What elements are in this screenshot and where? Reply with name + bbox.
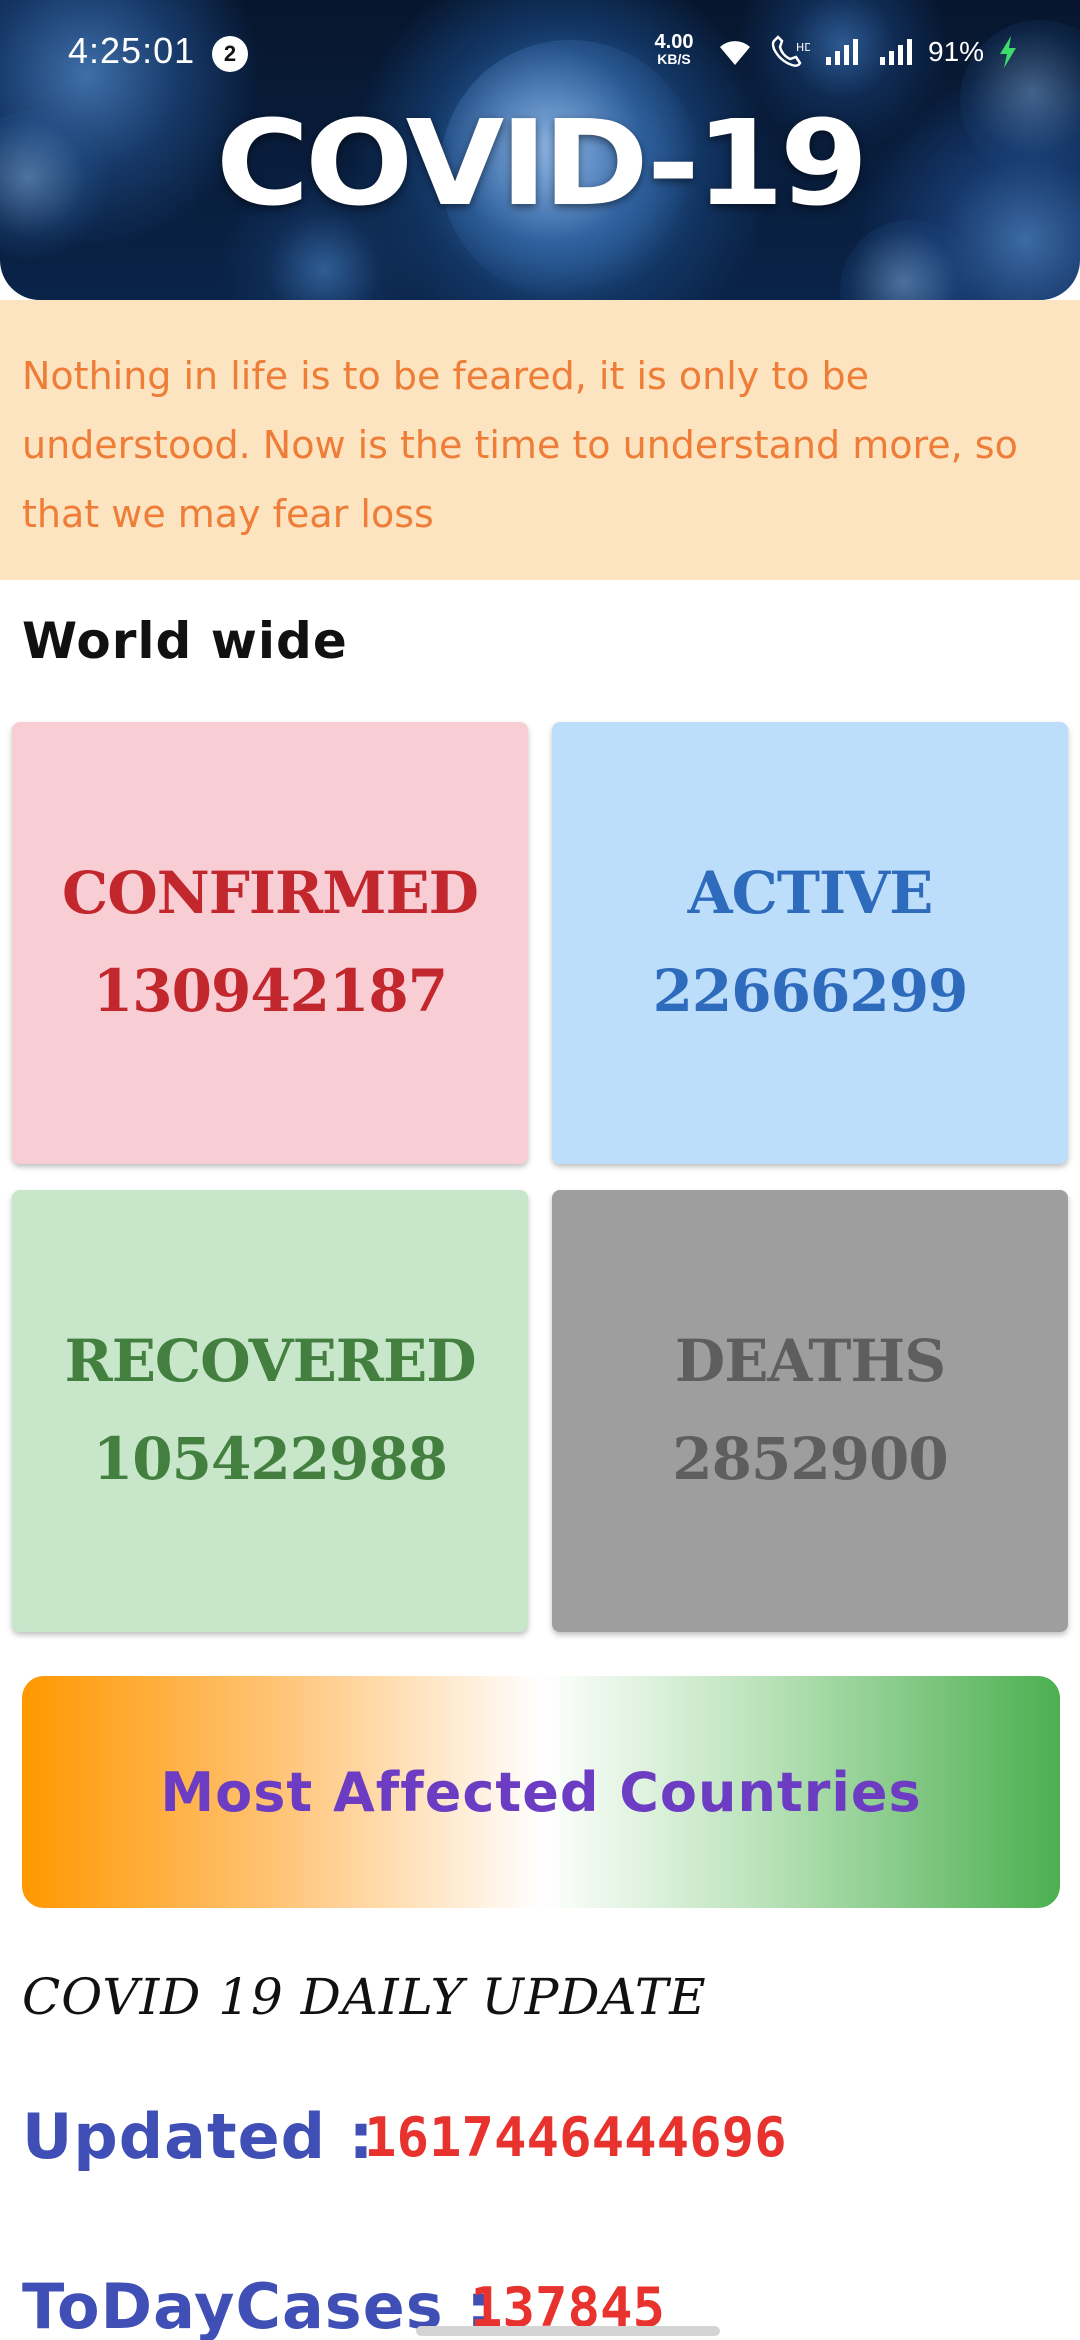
virus-image: [840, 220, 980, 300]
charging-bolt-icon: [998, 35, 1018, 69]
deaths-value: 2852900: [672, 1425, 948, 1493]
svg-text:HD: HD: [796, 41, 810, 54]
status-time: 4:25:01: [68, 30, 196, 71]
status-bar: 4:25:01 2 4.00 KB/S HD 91%: [0, 0, 1080, 84]
status-icons: HD 91%: [716, 30, 1018, 74]
network-speed-value: 4.00: [654, 31, 694, 53]
active-value: 22666299: [652, 957, 969, 1025]
deaths-label: DEATHS: [674, 1327, 946, 1395]
deaths-card[interactable]: DEATHS 2852900: [552, 1190, 1068, 1632]
battery-percent: 91%: [928, 36, 985, 67]
signal-sim2-icon: [878, 37, 918, 67]
recovered-value: 105422988: [92, 1425, 448, 1493]
active-label: ACTIVE: [687, 859, 934, 927]
most-affected-countries-label: Most Affected Countries: [160, 1760, 922, 1824]
active-card[interactable]: ACTIVE 22666299: [552, 722, 1068, 1164]
signal-sim1-icon: [824, 37, 864, 67]
gesture-nav-bar[interactable]: [416, 2326, 720, 2336]
network-speed: 4.00 KB/S: [648, 32, 700, 66]
header-banner: 4:25:01 2 4.00 KB/S HD 91% COVID-19: [0, 0, 1080, 300]
worldwide-title: World wide: [22, 612, 348, 670]
network-speed-unit: KB/S: [657, 51, 691, 67]
app-title: COVID-19: [215, 94, 869, 232]
volte-call-icon: HD: [768, 35, 810, 69]
confirmed-value: 130942187: [92, 957, 448, 1025]
confirmed-label: CONFIRMED: [62, 859, 479, 927]
quote-box: Nothing in life is to be feared, it is o…: [0, 300, 1080, 580]
app-screen: 4:25:01 2 4.00 KB/S HD 91% COVID-19 Noth…: [0, 0, 1080, 2340]
quote-text: Nothing in life is to be feared, it is o…: [22, 354, 1018, 536]
recovered-card[interactable]: RECOVERED 105422988: [12, 1190, 528, 1632]
notification-count-badge: 2: [212, 36, 248, 72]
wifi-icon: [716, 37, 754, 67]
most-affected-countries-button[interactable]: Most Affected Countries: [22, 1676, 1060, 1908]
updated-label: Updated :: [22, 2100, 375, 2173]
updated-value: 1617446444696: [364, 2106, 787, 2169]
confirmed-card[interactable]: CONFIRMED 130942187: [12, 722, 528, 1164]
recovered-label: RECOVERED: [64, 1327, 477, 1395]
daily-update-title: COVID 19 DAILY UPDATE: [22, 1968, 707, 2026]
